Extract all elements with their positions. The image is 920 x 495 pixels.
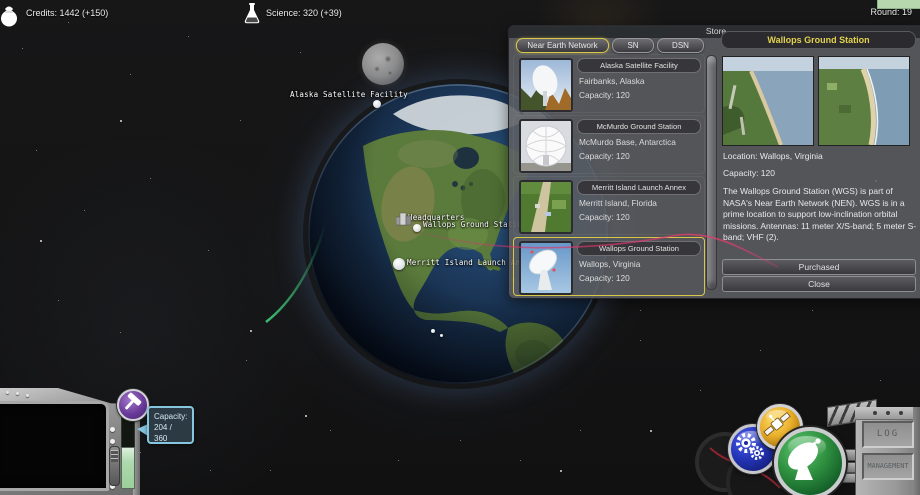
station-marker-wallops[interactable]	[413, 224, 421, 232]
map-label-alaska[interactable]: Alaska Satellite Facility	[290, 90, 408, 99]
item-name-pill[interactable]: Wallops Ground Station	[577, 241, 701, 256]
item-capacity: Capacity: 120	[579, 212, 630, 222]
item-name-pill[interactable]: Merritt Island Launch Annex	[577, 180, 701, 195]
thumbnail-wallops	[519, 241, 573, 295]
item-name-pill[interactable]: Alaska Satellite Facility	[577, 58, 701, 73]
screw	[16, 392, 19, 395]
item-location: Fairbanks, Alaska	[579, 76, 645, 86]
item-location: Merritt Island, Florida	[579, 198, 657, 208]
screw	[886, 411, 890, 415]
screw	[873, 411, 877, 415]
capacity-gauge-fill	[121, 447, 135, 489]
detail-description: The Wallops Ground Station (WGS) is part…	[723, 186, 917, 242]
item-capacity: Capacity: 120	[579, 151, 630, 161]
indicator-dot	[110, 427, 115, 432]
indicator-dot	[110, 439, 115, 444]
console-slider[interactable]	[109, 446, 120, 486]
screw	[899, 411, 903, 415]
management-button[interactable]: MANAGEMENT	[862, 453, 914, 480]
station-marker-alaska[interactable]	[373, 100, 381, 108]
store-item-alaska[interactable]: Alaska Satellite Facility Fairbanks, Ala…	[513, 54, 705, 113]
store-item-mcmurdo[interactable]: McMurdo Ground Station McMurdo Base, Ant…	[513, 115, 705, 174]
item-location: McMurdo Base, Antarctica	[579, 137, 676, 147]
detail-location: Location: Wallops, Virginia	[723, 151, 823, 161]
thumbnail-mcmurdo	[519, 119, 573, 173]
close-button[interactable]: Close	[722, 276, 916, 292]
tooltip-line: Capacity:	[154, 412, 188, 421]
thumbnail-merritt	[519, 180, 573, 234]
network-dish-button[interactable]	[774, 427, 846, 495]
station-marker-merritt[interactable]	[393, 258, 405, 270]
item-name-pill[interactable]: McMurdo Ground Station	[577, 119, 701, 134]
item-location: Wallops, Virginia	[579, 259, 641, 269]
satellite-marker	[431, 329, 435, 333]
tab-sn[interactable]: SN	[612, 38, 654, 53]
side-panel-top	[855, 407, 913, 420]
screw	[6, 391, 9, 394]
moon	[362, 43, 404, 85]
credits-label: Credits: 1442 (+150)	[26, 8, 109, 18]
item-capacity: Capacity: 120	[579, 90, 630, 100]
log-button[interactable]: LOG	[862, 421, 914, 448]
science-flask-icon	[243, 2, 261, 31]
tooltip-line: 360	[154, 434, 168, 443]
screw	[26, 394, 29, 397]
thumbnail-alaska	[519, 58, 573, 112]
detail-photo-aerial-1	[722, 56, 814, 146]
capacity-tooltip: Capacity: 204 / 360	[147, 406, 194, 444]
purchased-button[interactable]: Purchased	[722, 259, 916, 275]
satellite-dish-icon	[787, 438, 821, 480]
credits-icon	[0, 2, 22, 33]
detail-capacity: Capacity: 120	[723, 168, 775, 178]
build-hammer-button[interactable]	[117, 389, 149, 421]
detail-photo-aerial-2	[818, 56, 910, 146]
detail-title: Wallops Ground Station	[721, 31, 916, 49]
store-item-wallops[interactable]: Wallops Ground Station Wallops, Virginia…	[513, 237, 705, 296]
science-label: Science: 320 (+39)	[266, 8, 342, 18]
store-list-scrollbar[interactable]	[706, 55, 717, 290]
tab-near-earth-network[interactable]: Near Earth Network	[516, 38, 609, 53]
game-screen: Credits: 1442 (+150) Science: 320 (+39) …	[0, 0, 920, 495]
corner-chip[interactable]	[877, 0, 920, 9]
tooltip-line: 204 /	[154, 423, 172, 432]
store-item-merritt[interactable]: Merritt Island Launch Annex Merritt Isla…	[513, 176, 705, 235]
console-screen[interactable]	[0, 401, 109, 491]
tab-dsn[interactable]: DSN	[657, 38, 704, 53]
headquarters-icon[interactable]	[395, 212, 412, 231]
satellite-marker	[440, 334, 443, 337]
item-capacity: Capacity: 120	[579, 273, 630, 283]
